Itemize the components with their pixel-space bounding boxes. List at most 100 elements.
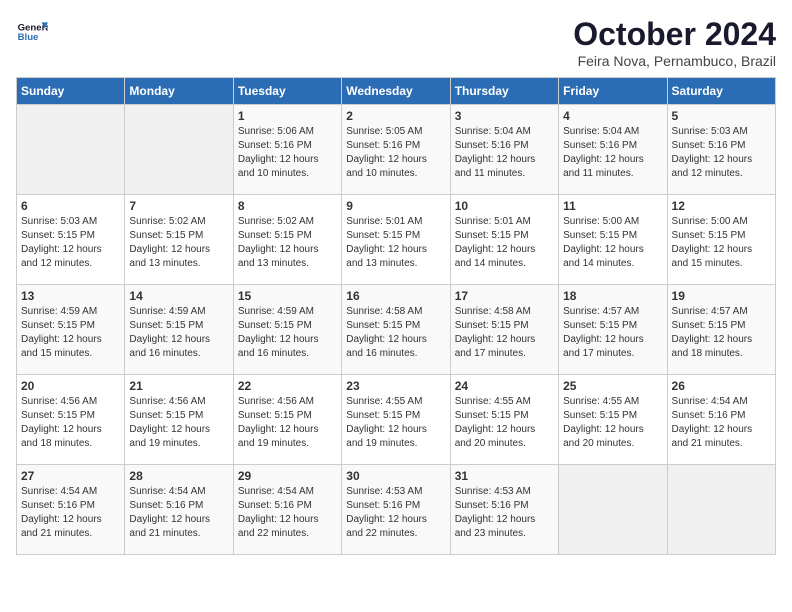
- day-content: Sunrise: 4:53 AM Sunset: 5:16 PM Dayligh…: [346, 485, 445, 541]
- calendar-cell: 17 Sunrise: 4:58 AM Sunset: 5:15 PM Dayli…: [450, 285, 558, 375]
- calendar-table: SundayMondayTuesdayWednesdayThursdayFrid…: [16, 77, 776, 555]
- calendar-cell: 2Sunrise: 5:05 AM Sunset: 5:16 PM Daylig…: [342, 105, 450, 195]
- day-content: Sunrise: 5:01 AM Sunset: 5:15 PM Dayligh…: [455, 215, 554, 271]
- day-content: Sunrise: 4:54 AM Sunset: 5:16 PM Dayligh…: [21, 485, 120, 541]
- svg-text:Blue: Blue: [18, 32, 39, 43]
- calendar-week-2: 6 Sunrise: 5:03 AM Sunset: 5:15 PM Daylig…: [17, 195, 776, 285]
- month-title: October 2024: [573, 16, 776, 53]
- day-number: 2: [346, 109, 445, 123]
- day-number: 27: [21, 469, 120, 483]
- calendar-cell: 3 Sunrise: 5:04 AM Sunset: 5:16 PM Daylig…: [450, 105, 558, 195]
- day-number: 28: [129, 469, 228, 483]
- calendar-cell: [559, 465, 667, 555]
- calendar-cell: 30 Sunrise: 4:53 AM Sunset: 5:16 PM Dayli…: [342, 465, 450, 555]
- day-number: 30: [346, 469, 445, 483]
- day-number: 10: [455, 199, 554, 213]
- calendar-cell: 11 Sunrise: 5:00 AM Sunset: 5:15 PM Dayli…: [559, 195, 667, 285]
- day-number: 22: [238, 379, 337, 393]
- day-number: 15: [238, 289, 337, 303]
- calendar-cell: 8 Sunrise: 5:02 AM Sunset: 5:15 PM Daylig…: [233, 195, 341, 285]
- calendar-cell: 25Sunrise: 4:55 AM Sunset: 5:15 PM Dayli…: [559, 375, 667, 465]
- day-content: Sunrise: 5:02 AM Sunset: 5:15 PM Dayligh…: [238, 215, 337, 271]
- calendar-cell: [667, 465, 775, 555]
- calendar-cell: 9 Sunrise: 5:01 AM Sunset: 5:15 PM Daylig…: [342, 195, 450, 285]
- day-number: 1: [238, 109, 337, 123]
- day-number: 3: [455, 109, 554, 123]
- day-content: Sunrise: 4:54 AM Sunset: 5:16 PM Dayligh…: [238, 485, 337, 541]
- day-content: Sunrise: 4:54 AM Sunset: 5:16 PM Dayligh…: [672, 395, 771, 451]
- calendar-cell: 16 Sunrise: 4:58 AM Sunset: 5:15 PM Dayli…: [342, 285, 450, 375]
- calendar-cell: 26 Sunrise: 4:54 AM Sunset: 5:16 PM Dayli…: [667, 375, 775, 465]
- calendar-cell: 4 Sunrise: 5:04 AM Sunset: 5:16 PM Daylig…: [559, 105, 667, 195]
- column-header-wednesday: Wednesday: [342, 78, 450, 105]
- calendar-cell: 6 Sunrise: 5:03 AM Sunset: 5:15 PM Daylig…: [17, 195, 125, 285]
- day-number: 7: [129, 199, 228, 213]
- day-number: 6: [21, 199, 120, 213]
- day-content: Sunrise: 5:03 AM Sunset: 5:15 PM Dayligh…: [21, 215, 120, 271]
- day-number: 25: [563, 379, 662, 393]
- column-header-saturday: Saturday: [667, 78, 775, 105]
- calendar-cell: 27 Sunrise: 4:54 AM Sunset: 5:16 PM Dayli…: [17, 465, 125, 555]
- column-header-monday: Monday: [125, 78, 233, 105]
- day-number: 26: [672, 379, 771, 393]
- day-content: Sunrise: 4:54 AM Sunset: 5:16 PM Dayligh…: [129, 485, 228, 541]
- calendar-week-4: 20Sunrise: 4:56 AM Sunset: 5:15 PM Dayli…: [17, 375, 776, 465]
- day-content: Sunrise: 4:58 AM Sunset: 5:15 PM Dayligh…: [455, 305, 554, 361]
- day-content: Sunrise: 5:01 AM Sunset: 5:15 PM Dayligh…: [346, 215, 445, 271]
- logo: General Blue: [16, 16, 48, 48]
- day-content: Sunrise: 5:06 AM Sunset: 5:16 PM Dayligh…: [238, 125, 337, 181]
- day-number: 11: [563, 199, 662, 213]
- day-content: Sunrise: 5:04 AM Sunset: 5:16 PM Dayligh…: [455, 125, 554, 181]
- calendar-cell: 21 Sunrise: 4:56 AM Sunset: 5:15 PM Dayli…: [125, 375, 233, 465]
- calendar-cell: 19 Sunrise: 4:57 AM Sunset: 5:15 PM Dayli…: [667, 285, 775, 375]
- calendar-cell: 22 Sunrise: 4:56 AM Sunset: 5:15 PM Dayli…: [233, 375, 341, 465]
- day-content: Sunrise: 4:56 AM Sunset: 5:15 PM Dayligh…: [238, 395, 337, 451]
- column-header-sunday: Sunday: [17, 78, 125, 105]
- column-header-tuesday: Tuesday: [233, 78, 341, 105]
- calendar-cell: 1 Sunrise: 5:06 AM Sunset: 5:16 PM Daylig…: [233, 105, 341, 195]
- calendar-header-row: SundayMondayTuesdayWednesdayThursdayFrid…: [17, 78, 776, 105]
- day-number: 17: [455, 289, 554, 303]
- day-number: 16: [346, 289, 445, 303]
- calendar-cell: [125, 105, 233, 195]
- day-number: 8: [238, 199, 337, 213]
- day-content: Sunrise: 4:55 AM Sunset: 5:15 PM Dayligh…: [455, 395, 554, 451]
- day-number: 19: [672, 289, 771, 303]
- day-number: 4: [563, 109, 662, 123]
- column-header-friday: Friday: [559, 78, 667, 105]
- calendar-week-3: 13 Sunrise: 4:59 AM Sunset: 5:15 PM Dayli…: [17, 285, 776, 375]
- day-number: 24: [455, 379, 554, 393]
- day-number: 14: [129, 289, 228, 303]
- calendar-cell: 20Sunrise: 4:56 AM Sunset: 5:15 PM Dayli…: [17, 375, 125, 465]
- day-content: Sunrise: 4:56 AM Sunset: 5:15 PM Dayligh…: [129, 395, 228, 451]
- day-content: Sunrise: 4:57 AM Sunset: 5:15 PM Dayligh…: [563, 305, 662, 361]
- day-number: 12: [672, 199, 771, 213]
- day-content: Sunrise: 4:58 AM Sunset: 5:15 PM Dayligh…: [346, 305, 445, 361]
- calendar-cell: 12Sunrise: 5:00 AM Sunset: 5:15 PM Dayli…: [667, 195, 775, 285]
- calendar-cell: 29 Sunrise: 4:54 AM Sunset: 5:16 PM Dayli…: [233, 465, 341, 555]
- day-number: 31: [455, 469, 554, 483]
- calendar-cell: 24 Sunrise: 4:55 AM Sunset: 5:15 PM Dayli…: [450, 375, 558, 465]
- calendar-week-1: 1 Sunrise: 5:06 AM Sunset: 5:16 PM Daylig…: [17, 105, 776, 195]
- calendar-cell: 10 Sunrise: 5:01 AM Sunset: 5:15 PM Dayli…: [450, 195, 558, 285]
- calendar-cell: 7Sunrise: 5:02 AM Sunset: 5:15 PM Daylig…: [125, 195, 233, 285]
- day-content: Sunrise: 4:59 AM Sunset: 5:15 PM Dayligh…: [129, 305, 228, 361]
- day-number: 29: [238, 469, 337, 483]
- calendar-cell: [17, 105, 125, 195]
- day-content: Sunrise: 5:03 AM Sunset: 5:16 PM Dayligh…: [672, 125, 771, 181]
- day-content: Sunrise: 5:00 AM Sunset: 5:15 PM Dayligh…: [563, 215, 662, 271]
- calendar-cell: 23Sunrise: 4:55 AM Sunset: 5:15 PM Dayli…: [342, 375, 450, 465]
- day-content: Sunrise: 5:04 AM Sunset: 5:16 PM Dayligh…: [563, 125, 662, 181]
- calendar-cell: 28 Sunrise: 4:54 AM Sunset: 5:16 PM Dayli…: [125, 465, 233, 555]
- day-content: Sunrise: 4:57 AM Sunset: 5:15 PM Dayligh…: [672, 305, 771, 361]
- logo-icon: General Blue: [16, 16, 48, 48]
- day-number: 13: [21, 289, 120, 303]
- day-number: 18: [563, 289, 662, 303]
- day-content: Sunrise: 4:55 AM Sunset: 5:15 PM Dayligh…: [346, 395, 445, 451]
- calendar-cell: 13 Sunrise: 4:59 AM Sunset: 5:15 PM Dayli…: [17, 285, 125, 375]
- day-number: 21: [129, 379, 228, 393]
- calendar-week-5: 27 Sunrise: 4:54 AM Sunset: 5:16 PM Dayli…: [17, 465, 776, 555]
- day-number: 9: [346, 199, 445, 213]
- day-content: Sunrise: 4:53 AM Sunset: 5:16 PM Dayligh…: [455, 485, 554, 541]
- day-content: Sunrise: 4:59 AM Sunset: 5:15 PM Dayligh…: [21, 305, 120, 361]
